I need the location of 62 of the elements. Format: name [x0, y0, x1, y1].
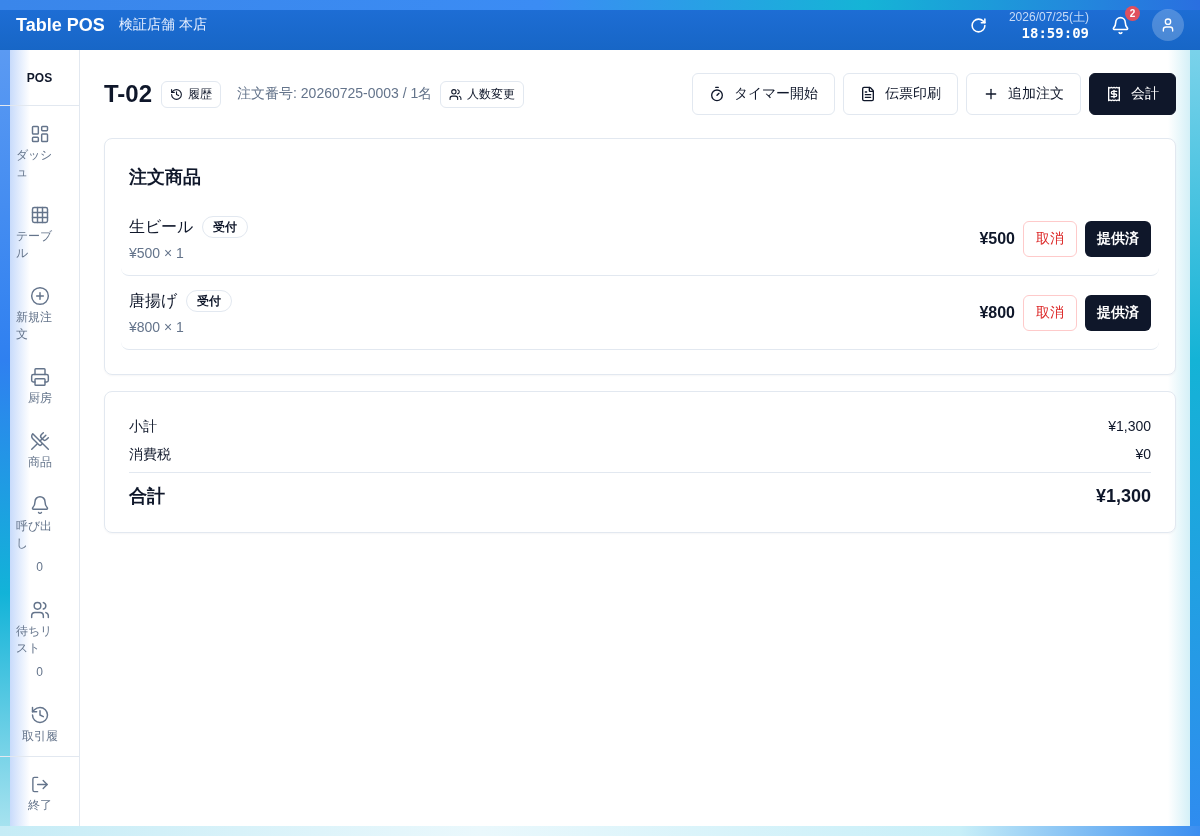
refresh-icon [969, 16, 987, 34]
store-name: 検証店舗 本店 [118, 16, 207, 34]
receipt-icon [1106, 86, 1122, 102]
sidebar-item[interactable]: 厨房 [0, 355, 79, 419]
sidebar-item[interactable]: 新規注文 [0, 274, 79, 355]
sidebar-item[interactable]: ダッシュ [0, 112, 79, 193]
card-title: 注文商品 [129, 166, 202, 189]
print-button[interactable]: 伝票印刷 [843, 73, 958, 115]
document-icon [860, 86, 876, 102]
summary-label: 消費税 [129, 445, 171, 464]
add-order-button[interactable]: 追加注文 [966, 73, 1081, 115]
order-info: 注文番号: 20260725-0003 / 1名 [237, 85, 433, 103]
total-label: 合計 [129, 485, 165, 508]
item-quantity: ¥800 × 1 [129, 318, 185, 337]
plus-circle-icon [29, 286, 50, 306]
user-icon [1160, 17, 1176, 33]
users-icon [29, 600, 50, 620]
item-price: ¥800 [979, 304, 1015, 322]
served-button[interactable]: 提供済 [1085, 221, 1151, 257]
cancel-button[interactable]: 取消 [1023, 295, 1077, 331]
user-avatar[interactable] [1152, 9, 1184, 41]
grid-icon [29, 205, 50, 225]
item-name: 生ビール [129, 216, 193, 237]
timer-button[interactable]: タイマー開始 [692, 73, 835, 115]
sidebar-item[interactable]: テーブル [0, 193, 79, 274]
table-number: T-02 [104, 80, 153, 108]
sidebar-item[interactable]: 呼び出し 0 [0, 483, 79, 588]
app-name: Table POS [16, 14, 105, 36]
history-icon [170, 87, 184, 101]
sidebar-item[interactable]: 商品 [0, 419, 79, 483]
item-quantity: ¥500 × 1 [129, 244, 185, 263]
timer-icon [709, 86, 725, 102]
summary-label: 小計 [129, 417, 157, 436]
dashboard-icon [29, 124, 50, 144]
item-name: 唐揚げ [129, 290, 177, 311]
history-icon [29, 705, 50, 725]
sidebar-title: POS [0, 50, 79, 106]
date-label: 2026/07/25(土) [1008, 9, 1089, 25]
printer-icon [29, 367, 50, 387]
history-button[interactable]: 履歴 [161, 80, 222, 108]
cancel-button[interactable]: 取消 [1023, 221, 1077, 257]
bell-icon [29, 495, 50, 515]
bell-icon [1111, 15, 1130, 35]
plus-icon [983, 86, 999, 102]
utensils-icon [29, 431, 50, 451]
item-price: ¥500 [979, 230, 1015, 248]
count-label: 0 [36, 664, 43, 681]
summary-value: ¥0 [1135, 445, 1151, 464]
total-amount: ¥1,300 [1095, 485, 1151, 508]
guest-count-button[interactable]: 人数変更 [440, 80, 525, 108]
refresh-button[interactable] [969, 16, 987, 34]
time-label: 18:59:09 [1021, 25, 1089, 41]
count-label: 0 [36, 559, 43, 576]
checkout-button[interactable]: 会計 [1089, 73, 1176, 115]
users-icon [449, 87, 463, 101]
logout-button[interactable]: 終了 [27, 757, 52, 826]
sidebar-item[interactable]: 待ちリスト 0 [0, 588, 79, 693]
summary-value: ¥1,300 [1108, 417, 1151, 436]
served-button[interactable]: 提供済 [1085, 295, 1151, 331]
notification-badge: 2 [1125, 5, 1140, 21]
sidebar-item[interactable]: 取引履 [0, 693, 79, 756]
logout-icon [29, 775, 50, 794]
